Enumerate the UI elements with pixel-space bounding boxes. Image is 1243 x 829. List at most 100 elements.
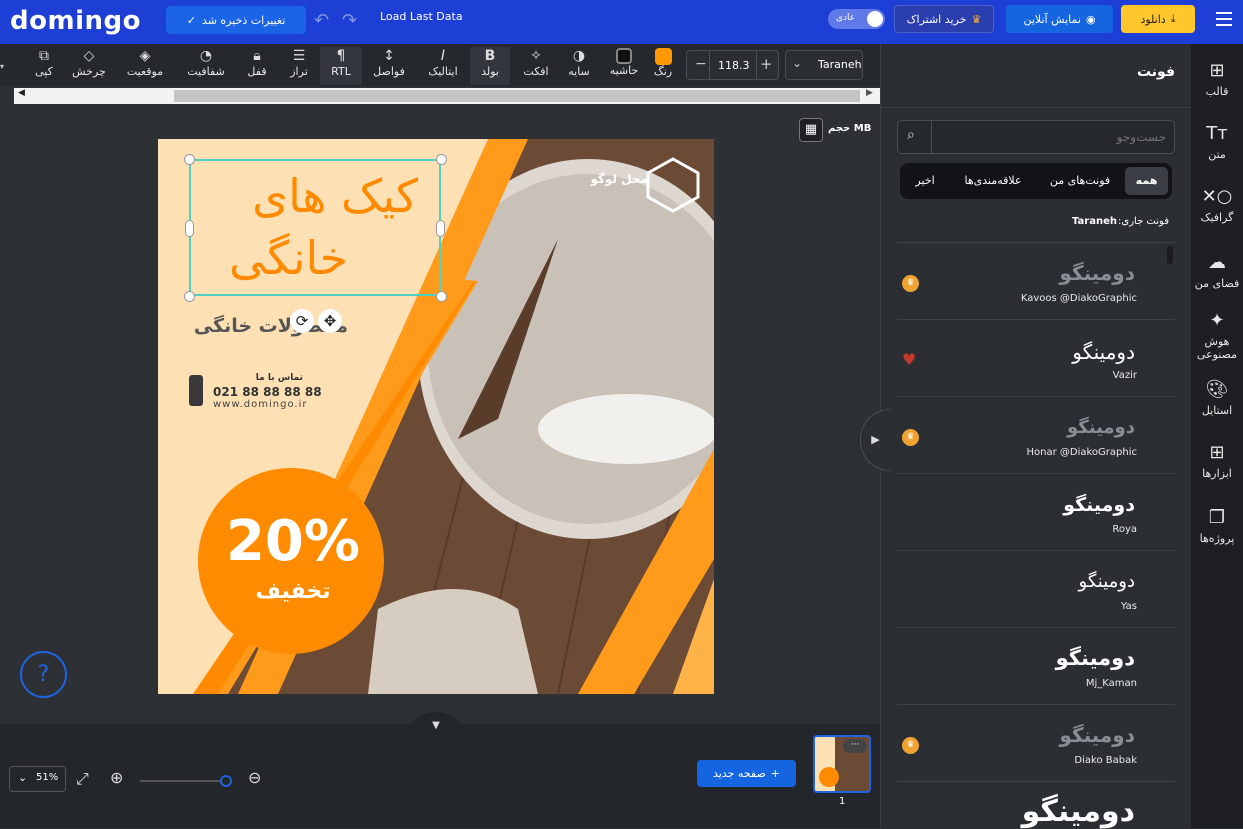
phone-text[interactable]: 021 88 88 88 88 [213,385,322,399]
font-size-stepper[interactable]: − 118.3 + [686,50,779,80]
shadow-tool[interactable]: ◑ سایه [562,47,596,85]
spacing-tool[interactable]: ↕ فواصل [368,47,410,85]
app-logo[interactable]: domingo [10,6,141,36]
layers-icon: ◈ [139,48,151,64]
font-item-mj-kaman[interactable]: دومینگو Mj_Kaman [897,628,1175,705]
thumbnail-circle [819,767,839,787]
load-last-data-link[interactable]: Load Last Data [380,10,463,23]
calculator-icon[interactable]: ▦ [799,118,823,142]
nav-template[interactable]: ⊞ قالب [1191,60,1243,98]
discount-value[interactable]: 20% [218,509,368,574]
plus-icon[interactable]: + [760,55,773,73]
font-item-kavoos[interactable]: ♛ دومینگو Kavoos @DiakoGraphic [897,243,1175,320]
rotate-handle-icon[interactable]: ⟳ [290,309,314,333]
wand-icon: ✧ [530,48,542,64]
save-status-button[interactable]: ✓ تغییرات ذخیره شد [166,6,306,34]
bold-tool[interactable]: B بولد [470,47,510,85]
chevron-down-icon: ⌄ [792,56,803,70]
filter-favorites[interactable]: علاقه‌مندی‌ها [950,167,1036,195]
font-sample: دومینگو [1059,261,1135,285]
page-thumbnail[interactable]: ··· [813,735,871,793]
resize-handle-left[interactable] [185,220,194,237]
zoom-slider[interactable] [140,780,230,782]
move-handle-icon[interactable]: ✥ [318,309,342,333]
font-item-roya[interactable]: دومینگو Roya [897,474,1175,551]
align-tool[interactable]: ☰ تراز [282,47,316,85]
nav-ai[interactable]: ✦ هوش مصنوعی [1191,310,1243,361]
logo-placeholder-text[interactable]: محل لوگو [588,172,649,186]
zoom-select[interactable]: ⌄ 51% [9,766,66,792]
nav-projects[interactable]: ❐ پروژه‌ها [1191,507,1243,545]
website-text[interactable]: www.domingo.ir [213,399,307,410]
resize-handle-tl[interactable] [184,154,195,165]
nav-ai-label: هوش مصنوعی [1196,335,1238,361]
rotate-label: چرخش [72,65,106,78]
zoom-out-icon[interactable]: ⊖ [248,768,261,787]
font-item-diako-babak[interactable]: ♛ دومینگو Diako Babak [897,705,1175,782]
menu-icon[interactable] [1216,12,1232,30]
help-button[interactable]: ? [20,651,67,698]
font-item-vazir[interactable]: ♥ دومینگو Vazir [897,320,1175,397]
graphic-icon: ✕○ [1201,186,1233,207]
nav-my-space[interactable]: ☁ فضای من [1191,252,1243,290]
minus-icon[interactable]: − [695,56,707,72]
scroll-left-arrow[interactable]: ◀ [18,88,25,98]
resize-handle-tr[interactable] [436,154,447,165]
filter-recent[interactable]: اخیر [906,167,944,195]
scroll-right-arrow[interactable]: ▶ [866,88,873,98]
font-item-partial[interactable]: دومینگو [897,782,1175,829]
scrollbar-thumb[interactable] [174,90,860,102]
font-item-yas[interactable]: دومینگو Yas [897,551,1175,628]
position-tool[interactable]: ◈ موقعیت [120,47,170,85]
undo-icon[interactable]: ↶ [314,10,329,31]
zoom-slider-thumb[interactable] [220,775,232,787]
nav-graphic[interactable]: ✕○ گرافیک [1191,186,1243,224]
more-options-icon[interactable]: ··· [843,739,867,753]
subscribe-button[interactable]: خرید اشتراک ♛ [894,5,994,33]
font-search-box[interactable]: ⌕ [897,120,1175,154]
copy-tool[interactable]: ⧉ کپی [30,47,58,85]
resize-handle-bl[interactable] [184,291,195,302]
italic-tool[interactable]: I ایتالیک [420,47,466,85]
online-preview-button[interactable]: نمایش آنلاین ◉ [1006,5,1113,33]
nav-style[interactable]: 🎨︎ استایل [1191,379,1243,417]
redo-icon[interactable]: ↷ [342,10,357,31]
new-page-button[interactable]: صفحه جدید + [697,760,796,787]
side-nav [1191,44,1243,828]
contact-label[interactable]: تماس با ما [213,373,303,383]
resize-handle-right[interactable] [436,220,445,237]
heart-icon[interactable]: ♥ [902,350,916,369]
color-tool[interactable]: رنگ [648,47,678,85]
font-family-select[interactable]: ⌄ Taraneh [785,50,863,80]
toolbar-scroll-arrow[interactable]: ▾ [0,62,4,71]
nav-projects-label: پروژه‌ها [1199,532,1235,545]
nav-template-label: قالب [1205,85,1229,98]
fullscreen-icon[interactable]: ⤢ [76,769,89,789]
zoom-in-icon[interactable]: ⊕ [110,768,123,787]
nav-my-space-label: فضای من [1194,277,1240,290]
discount-label[interactable]: تخفیف [218,579,368,604]
palette-icon: 🎨︎ [1205,379,1229,400]
rtl-icon: ¶ [336,48,346,64]
nav-text[interactable]: Tт متن [1191,123,1243,161]
font-size-value[interactable]: 118.3 [718,59,750,72]
lock-tool[interactable]: 🔒︎ قفل [242,47,272,85]
align-icon: ☰ [292,48,306,64]
download-button[interactable]: دانلود ⤓ [1121,5,1195,33]
font-search-input[interactable] [938,125,1166,149]
rtl-tool[interactable]: ¶ RTL [320,47,362,85]
nav-tools[interactable]: ⊞ ابزارها [1191,442,1243,480]
opacity-tool[interactable]: ◔ شفافیت [182,47,230,85]
border-tool[interactable]: حاشیه [604,47,644,85]
selection-box[interactable] [189,159,441,296]
download-icon: ⤓ [1170,12,1176,25]
rotate-tool[interactable]: ◇ چرخش [68,47,110,85]
font-item-honar[interactable]: ♛ دومینگو Honar @DiakoGraphic [897,397,1175,474]
effect-tool[interactable]: ✧ افکت [516,47,556,85]
nav-style-label: استایل [1201,404,1233,417]
filter-all[interactable]: همه [1125,167,1168,195]
filter-my-fonts[interactable]: فونت‌های من [1042,167,1118,195]
resize-handle-br[interactable] [436,291,447,302]
mode-toggle[interactable]: عادی [828,9,885,29]
horizontal-scrollbar[interactable] [14,88,880,104]
